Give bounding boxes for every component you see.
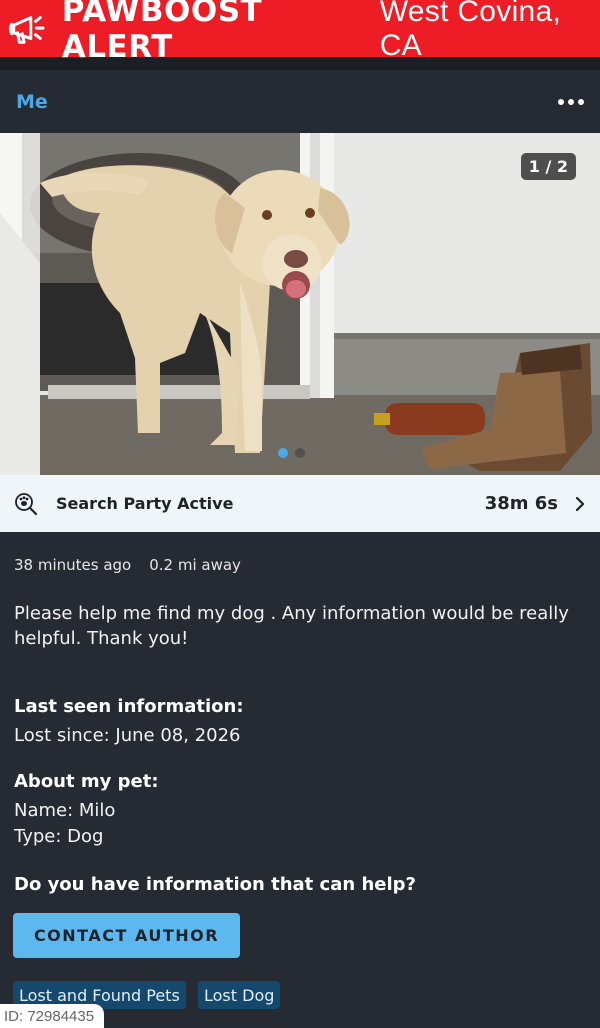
about-pet-heading: About my pet: bbox=[14, 771, 159, 792]
megaphone-icon bbox=[8, 15, 45, 44]
post-description: Please help me find my dog . Any informa… bbox=[14, 603, 569, 649]
tag-lost-dog[interactable]: Lost Dog bbox=[198, 981, 281, 1009]
photo-pagination[interactable] bbox=[278, 448, 305, 458]
alert-title: PAWBOOST ALERT bbox=[61, 0, 263, 65]
post-id-badge: ID: 72984435 bbox=[0, 1004, 105, 1028]
photo-counter: 1 / 2 bbox=[520, 153, 576, 180]
pet-type: Type: Dog bbox=[14, 826, 104, 847]
post-header: Me bbox=[0, 70, 600, 133]
pagination-dot[interactable] bbox=[295, 448, 305, 458]
pet-photo[interactable] bbox=[0, 133, 600, 475]
alert-location: West Covina, CA bbox=[379, 0, 562, 62]
chevron-right-icon[interactable] bbox=[574, 496, 586, 512]
distance: 0.2 mi away bbox=[149, 556, 241, 574]
paw-search-icon bbox=[15, 492, 38, 515]
posted-time: 38 minutes ago bbox=[14, 556, 132, 574]
search-party-label: Search Party Active bbox=[56, 494, 234, 513]
more-options-icon[interactable] bbox=[558, 95, 584, 109]
lost-since: Lost since: June 08, 2026 bbox=[14, 725, 241, 746]
divider bbox=[0, 62, 600, 70]
contact-author-button[interactable]: CONTACT AUTHOR bbox=[13, 913, 240, 958]
search-party-timer: 38m 6s bbox=[484, 493, 558, 514]
author-link[interactable]: Me bbox=[16, 91, 48, 113]
post-meta: 38 minutes ago 0.2 mi away bbox=[14, 556, 241, 574]
alert-banner: PAWBOOST ALERT West Covina, CA bbox=[0, 0, 600, 65]
last-seen-heading: Last seen information: bbox=[14, 696, 244, 717]
help-heading: Do you have information that can help? bbox=[14, 874, 416, 895]
search-party-bar[interactable]: Search Party Active 38m 6s bbox=[0, 475, 600, 532]
pagination-dot-active[interactable] bbox=[278, 448, 288, 458]
pet-name: Name: Milo bbox=[14, 800, 116, 821]
